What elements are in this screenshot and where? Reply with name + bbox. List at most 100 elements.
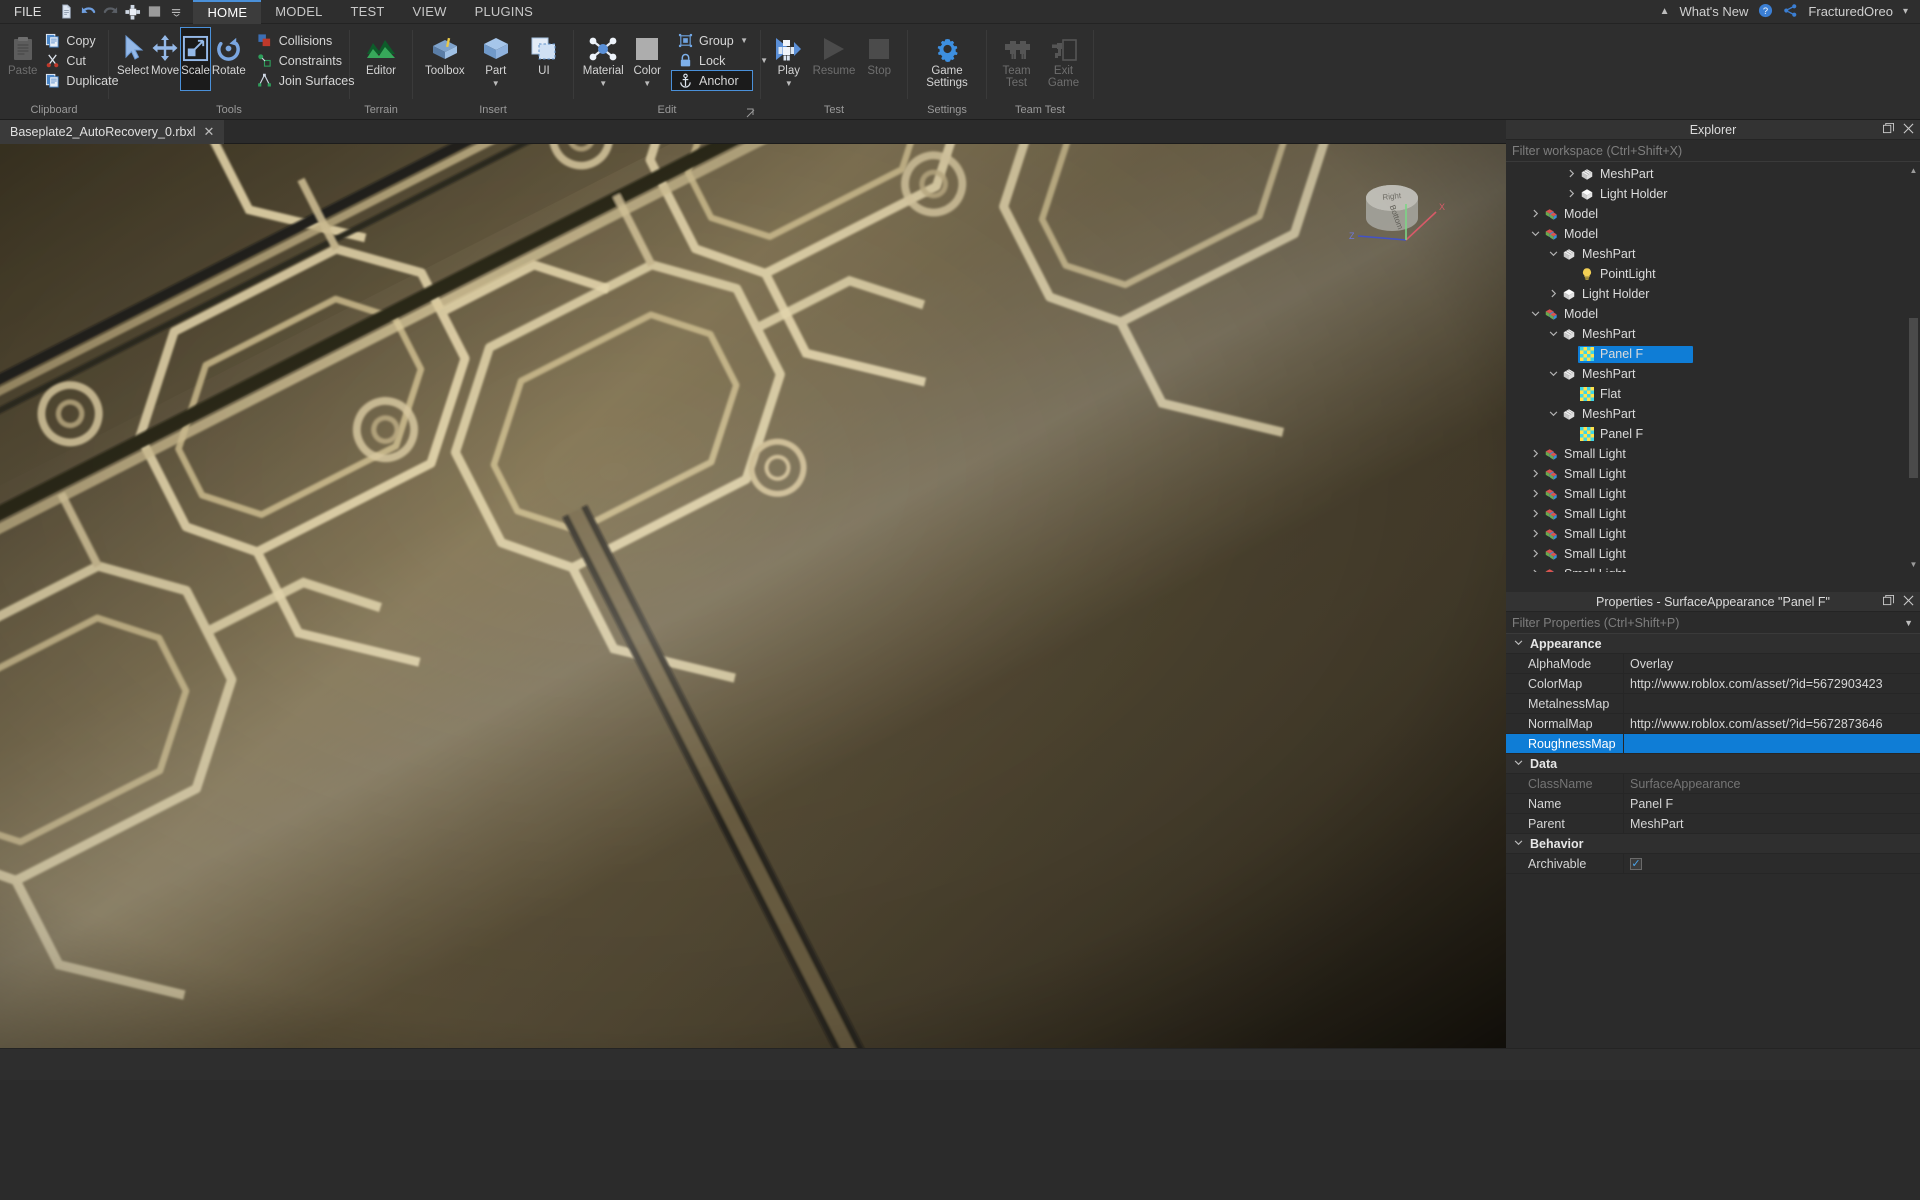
play-button[interactable]: Play ▼	[769, 28, 809, 90]
explorer-row[interactable]: PointLight	[1506, 264, 1920, 284]
redo-icon[interactable]	[99, 0, 121, 24]
chevron-down-icon[interactable]: ▼	[643, 79, 651, 88]
color-swatch-icon[interactable]	[143, 0, 165, 24]
chevron-right-icon[interactable]	[1528, 489, 1542, 500]
properties-list[interactable]: Appearance AlphaMode Overlay ColorMap http:/…	[1506, 634, 1920, 1200]
explorer-row[interactable]: Small Light	[1506, 504, 1920, 524]
explorer-row[interactable]: MeshPart	[1506, 164, 1920, 184]
properties-category-data[interactable]: Data	[1506, 754, 1920, 774]
chevron-down-icon[interactable]	[1514, 838, 1524, 849]
explorer-row[interactable]: MeshPart	[1506, 244, 1920, 264]
username-label[interactable]: FracturedOreo	[1808, 4, 1893, 19]
group-button[interactable]: Group ▼	[672, 31, 752, 50]
restore-window-icon[interactable]	[1883, 122, 1894, 137]
team-test-button[interactable]: Team Test	[995, 28, 1038, 90]
property-value-cell[interactable]	[1624, 694, 1920, 713]
chevron-right-icon[interactable]	[1528, 549, 1542, 560]
explorer-row[interactable]: Model	[1506, 204, 1920, 224]
explorer-row[interactable]: Panel F	[1506, 344, 1920, 364]
collisions-button[interactable]: Collisions	[252, 31, 360, 50]
chevron-right-icon[interactable]	[1564, 189, 1578, 200]
chevron-down-icon[interactable]: ▼	[1904, 618, 1913, 628]
property-row[interactable]: MetalnessMap	[1506, 694, 1920, 714]
scale-tool-button[interactable]: Scale	[180, 27, 211, 91]
explorer-row[interactable]: Model	[1506, 304, 1920, 324]
select-tool-button[interactable]: Select	[117, 28, 149, 90]
explorer-row[interactable]: Small Light	[1506, 444, 1920, 464]
property-row[interactable]: AlphaMode Overlay	[1506, 654, 1920, 674]
property-value-cell[interactable]: http://www.roblox.com/asset/?id=56729034…	[1624, 674, 1920, 693]
scroll-track[interactable]	[1908, 178, 1919, 556]
chevron-right-icon[interactable]	[1528, 569, 1542, 572]
explorer-row[interactable]: Light Holder	[1506, 184, 1920, 204]
chevron-down-icon[interactable]: ▼	[740, 36, 748, 45]
chevron-right-icon[interactable]	[1528, 509, 1542, 520]
scroll-up-icon[interactable]: ▲	[1907, 162, 1920, 178]
close-icon[interactable]	[1903, 595, 1914, 609]
color-button[interactable]: Color ▼	[628, 28, 666, 90]
property-value-cell[interactable]	[1624, 734, 1920, 753]
explorer-row[interactable]: Small Light	[1506, 464, 1920, 484]
explorer-row[interactable]: Small Light	[1506, 484, 1920, 504]
tab-test[interactable]: TEST	[337, 0, 399, 24]
restore-window-icon[interactable]	[1883, 594, 1894, 609]
property-row[interactable]: Parent MeshPart	[1506, 814, 1920, 834]
anchor-button[interactable]: Anchor	[671, 70, 753, 91]
exit-game-button[interactable]: Exit Game	[1042, 28, 1085, 90]
resume-button[interactable]: Resume	[813, 28, 855, 90]
chevron-down-icon[interactable]	[1514, 638, 1524, 649]
chevron-down-icon[interactable]	[1528, 309, 1542, 320]
undo-icon[interactable]	[77, 0, 99, 24]
chevron-right-icon[interactable]	[1528, 529, 1542, 540]
move-tool-button[interactable]: Move	[151, 28, 179, 90]
property-value-cell[interactable]: Panel F	[1624, 794, 1920, 813]
dialog-launcher-icon[interactable]	[744, 106, 756, 118]
chevron-down-icon[interactable]	[1528, 229, 1542, 240]
rotate-tool-button[interactable]: Rotate	[212, 28, 246, 90]
explorer-filter-input[interactable]: Filter workspace (Ctrl+Shift+X)	[1506, 140, 1920, 162]
chevron-right-icon[interactable]	[1528, 449, 1542, 460]
chevron-right-icon[interactable]	[1546, 289, 1560, 300]
archivable-checkbox[interactable]: ✓	[1630, 857, 1642, 870]
chevron-up-icon[interactable]: ▲	[1660, 6, 1670, 17]
part-button[interactable]: Part ▼	[475, 28, 517, 90]
explorer-row[interactable]: MeshPart	[1506, 324, 1920, 344]
property-value-cell[interactable]: SurfaceAppearance	[1624, 774, 1920, 793]
explorer-row[interactable]: Small Light	[1506, 544, 1920, 564]
explorer-row[interactable]: Light Holder	[1506, 284, 1920, 304]
close-icon[interactable]	[1903, 123, 1914, 137]
property-row[interactable]: Archivable ✓	[1506, 854, 1920, 874]
property-row[interactable]: Name Panel F	[1506, 794, 1920, 814]
chevron-down-icon[interactable]	[1546, 409, 1560, 420]
whats-new-link[interactable]: What's New	[1679, 4, 1748, 19]
property-value-cell[interactable]: MeshPart	[1624, 814, 1920, 833]
chevron-right-icon[interactable]	[1564, 169, 1578, 180]
toolbox-button[interactable]: Toolbox	[421, 28, 469, 90]
paste-button[interactable]: Paste	[8, 28, 37, 90]
property-row[interactable]: ColorMap http://www.roblox.com/asset/?id=…	[1506, 674, 1920, 694]
property-value-cell[interactable]: Overlay	[1624, 654, 1920, 673]
chevron-down-icon[interactable]: ▼	[785, 79, 793, 88]
explorer-row[interactable]: MeshPart	[1506, 404, 1920, 424]
lock-button[interactable]: Lock ▼	[672, 51, 768, 70]
property-value-cell[interactable]: ✓	[1624, 854, 1920, 873]
chevron-down-icon[interactable]	[1546, 329, 1560, 340]
tab-model[interactable]: MODEL	[261, 0, 336, 24]
scroll-thumb[interactable]	[1909, 318, 1918, 478]
document-tab[interactable]: Baseplate2_AutoRecovery_0.rbxl ✕	[0, 119, 225, 144]
view-cube[interactable]: Right Bottom X Z	[1336, 174, 1446, 264]
properties-filter-input[interactable]: Filter Properties (Ctrl+Shift+P) ▼	[1506, 612, 1920, 634]
help-circle-icon[interactable]: ?	[1758, 3, 1773, 21]
explorer-row[interactable]: Small Light	[1506, 524, 1920, 544]
explorer-tree[interactable]: MeshPart Light Holder Model Model MeshPart Po…	[1506, 162, 1920, 572]
user-caret-icon[interactable]: ▾	[1903, 6, 1908, 17]
terrain-editor-button[interactable]: Editor	[358, 28, 404, 90]
explorer-scrollbar[interactable]: ▲ ▼	[1907, 162, 1920, 572]
close-icon[interactable]: ✕	[204, 124, 215, 140]
chevron-down-icon[interactable]	[1546, 249, 1560, 260]
chevron-down-icon[interactable]	[1546, 369, 1560, 380]
property-row[interactable]: NormalMap http://www.roblox.com/asset/?id…	[1506, 714, 1920, 734]
file-menu-button[interactable]: FILE	[0, 0, 55, 24]
material-button[interactable]: Material ▼	[582, 28, 624, 90]
share-icon[interactable]	[1783, 3, 1798, 21]
